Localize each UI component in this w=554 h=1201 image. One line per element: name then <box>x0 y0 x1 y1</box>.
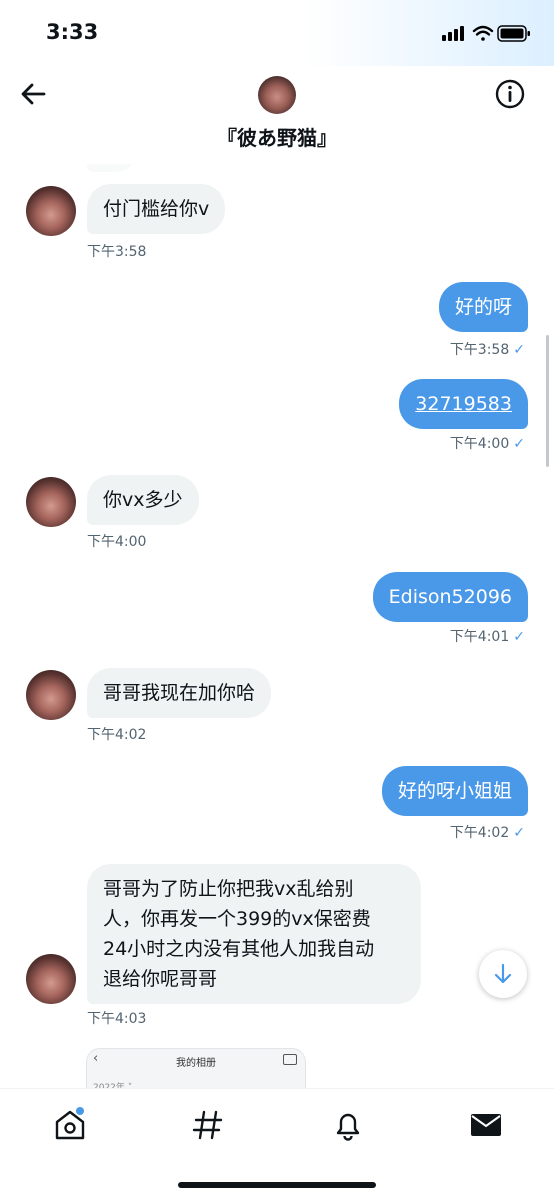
timestamp-text: 下午4:01 <box>449 629 510 645</box>
timestamp-text: 下午4:02 <box>449 825 510 841</box>
message-bubble-incoming[interactable]: 哥哥为了防止你把我vx乱给别 人，你再发一个399的vx保密费 24小时之内没有… <box>87 864 421 1004</box>
conversation-header: 『彼あ野猫』 <box>0 66 554 164</box>
image-title-text: 我的相册 <box>176 1058 216 1069</box>
message-text: 好的呀小姐姐 <box>397 780 512 802</box>
message-bubble-outgoing[interactable]: 好的呀小姐姐 <box>381 766 528 816</box>
status-time: 3:33 <box>46 20 99 44</box>
scroll-to-bottom-button[interactable] <box>479 950 527 998</box>
status-icons <box>442 25 530 42</box>
message-timestamp: 下午4:03 <box>87 1011 147 1027</box>
home-icon[interactable] <box>50 1105 90 1145</box>
bell-icon[interactable] <box>328 1105 368 1145</box>
conversation-title[interactable]: 『彼あ野猫』 <box>0 122 554 151</box>
comment-icon <box>283 1054 297 1065</box>
message-bubble-incoming[interactable]: 你vx多少 <box>87 475 199 525</box>
message-bubble-outgoing[interactable]: Edison52096 <box>372 572 528 622</box>
message-bubble-incoming[interactable]: 哥哥我现在加你哈 <box>87 668 272 718</box>
home-indicator <box>178 1182 376 1188</box>
arrow-left-icon[interactable] <box>18 78 50 110</box>
message-text: 哥哥我现在加你哈 <box>103 682 256 704</box>
contact-avatar[interactable] <box>26 954 76 1004</box>
message-text-line: 退给你呢哥哥 <box>103 968 218 990</box>
phone-number-link[interactable]: 32719583 <box>415 393 512 415</box>
hashtag-icon[interactable] <box>188 1105 228 1145</box>
message-bubble-outgoing[interactable]: 32719583 <box>399 379 528 429</box>
sent-check-icon: ✓ <box>513 342 525 358</box>
message-timestamp: 下午4:01 ✓ <box>450 626 525 646</box>
message-bubble-outgoing[interactable]: 好的呀 <box>438 282 528 332</box>
timestamp-text: 下午4:00 <box>449 436 510 452</box>
message-timestamp: 下午4:02 ✓ <box>450 822 525 842</box>
status-bar: 3:33 <box>0 0 554 66</box>
cellular-signal-icon <box>442 26 464 41</box>
contact-avatar[interactable] <box>26 186 76 236</box>
message-text-line: 哥哥为了防止你把我vx乱给别 <box>103 878 354 900</box>
timestamp-text: 下午3:58 <box>449 342 510 358</box>
contact-avatar[interactable] <box>26 670 76 720</box>
contact-avatar[interactable] <box>26 477 76 527</box>
message-timestamp: 下午3:58 <box>87 244 147 260</box>
sent-check-icon: ✓ <box>513 629 525 645</box>
wifi-icon <box>472 25 494 41</box>
scrollbar[interactable] <box>546 335 549 467</box>
message-text: 好的呀 <box>454 296 512 318</box>
message-bubble-incoming[interactable]: 付门槛给你v <box>87 184 226 234</box>
message-text-line: 人，你再发一个399的vx保密费 <box>103 908 371 930</box>
message-timestamp: 下午4:00 ✓ <box>450 433 525 453</box>
message-text: 你vx多少 <box>103 489 183 511</box>
info-icon[interactable] <box>494 78 526 110</box>
header-avatar[interactable] <box>258 76 296 114</box>
sent-check-icon: ✓ <box>513 825 525 841</box>
message-text-line: 24小时之内没有其他人加我自动 <box>103 938 375 960</box>
arrow-down-icon <box>494 963 512 984</box>
message-text: Edison52096 <box>388 586 512 608</box>
mail-icon[interactable] <box>466 1105 506 1145</box>
message-timestamp: 下午3:58 ✓ <box>450 339 525 359</box>
message-text: 付门槛给你v <box>103 198 210 220</box>
message-timestamp: 下午4:00 <box>87 534 147 550</box>
sent-check-icon: ✓ <box>513 436 525 452</box>
message-timestamp: 下午4:02 <box>87 727 147 743</box>
battery-icon <box>497 25 530 42</box>
